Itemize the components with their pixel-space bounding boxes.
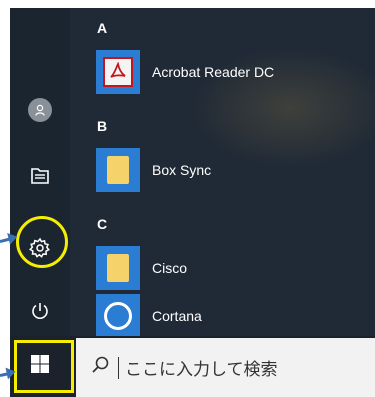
app-name: Cisco bbox=[152, 260, 188, 276]
start-menu-rail bbox=[10, 8, 70, 336]
power-button[interactable] bbox=[20, 293, 60, 333]
documents-button[interactable] bbox=[20, 158, 60, 198]
start-button-highlight-box bbox=[14, 340, 74, 393]
app-cisco[interactable]: Cisco bbox=[96, 246, 375, 290]
app-box-sync[interactable]: Box Sync bbox=[96, 148, 375, 192]
start-pointer-arrow bbox=[0, 371, 13, 377]
app-name: Cortana bbox=[152, 308, 202, 324]
group-header-b[interactable]: B bbox=[97, 118, 107, 134]
group-header-c[interactable]: C bbox=[97, 216, 107, 232]
folder-icon bbox=[96, 246, 140, 290]
app-cortana[interactable]: Cortana bbox=[96, 294, 375, 336]
app-name: Box Sync bbox=[152, 162, 212, 178]
settings-highlight-circle bbox=[16, 216, 68, 268]
power-icon bbox=[30, 301, 50, 326]
search-box[interactable]: ここに入力して検索 bbox=[76, 338, 375, 397]
folder-icon bbox=[96, 148, 140, 192]
app-name: Acrobat Reader DC bbox=[152, 64, 275, 80]
cortana-ring-icon bbox=[96, 294, 140, 336]
text-caret bbox=[118, 356, 119, 379]
settings-pointer-arrow bbox=[0, 236, 14, 243]
user-avatar-icon bbox=[28, 98, 52, 122]
acrobat-icon bbox=[96, 50, 140, 94]
group-header-a[interactable]: A bbox=[97, 20, 107, 36]
app-acrobat-reader[interactable]: Acrobat Reader DC bbox=[96, 50, 375, 94]
search-icon bbox=[90, 355, 110, 380]
search-input[interactable]: ここに入力して検索 bbox=[125, 355, 278, 380]
documents-icon bbox=[29, 166, 51, 191]
start-menu: A Acrobat Reader DC B Box Sync C Cisco C… bbox=[10, 8, 375, 336]
user-account-button[interactable] bbox=[20, 90, 60, 130]
